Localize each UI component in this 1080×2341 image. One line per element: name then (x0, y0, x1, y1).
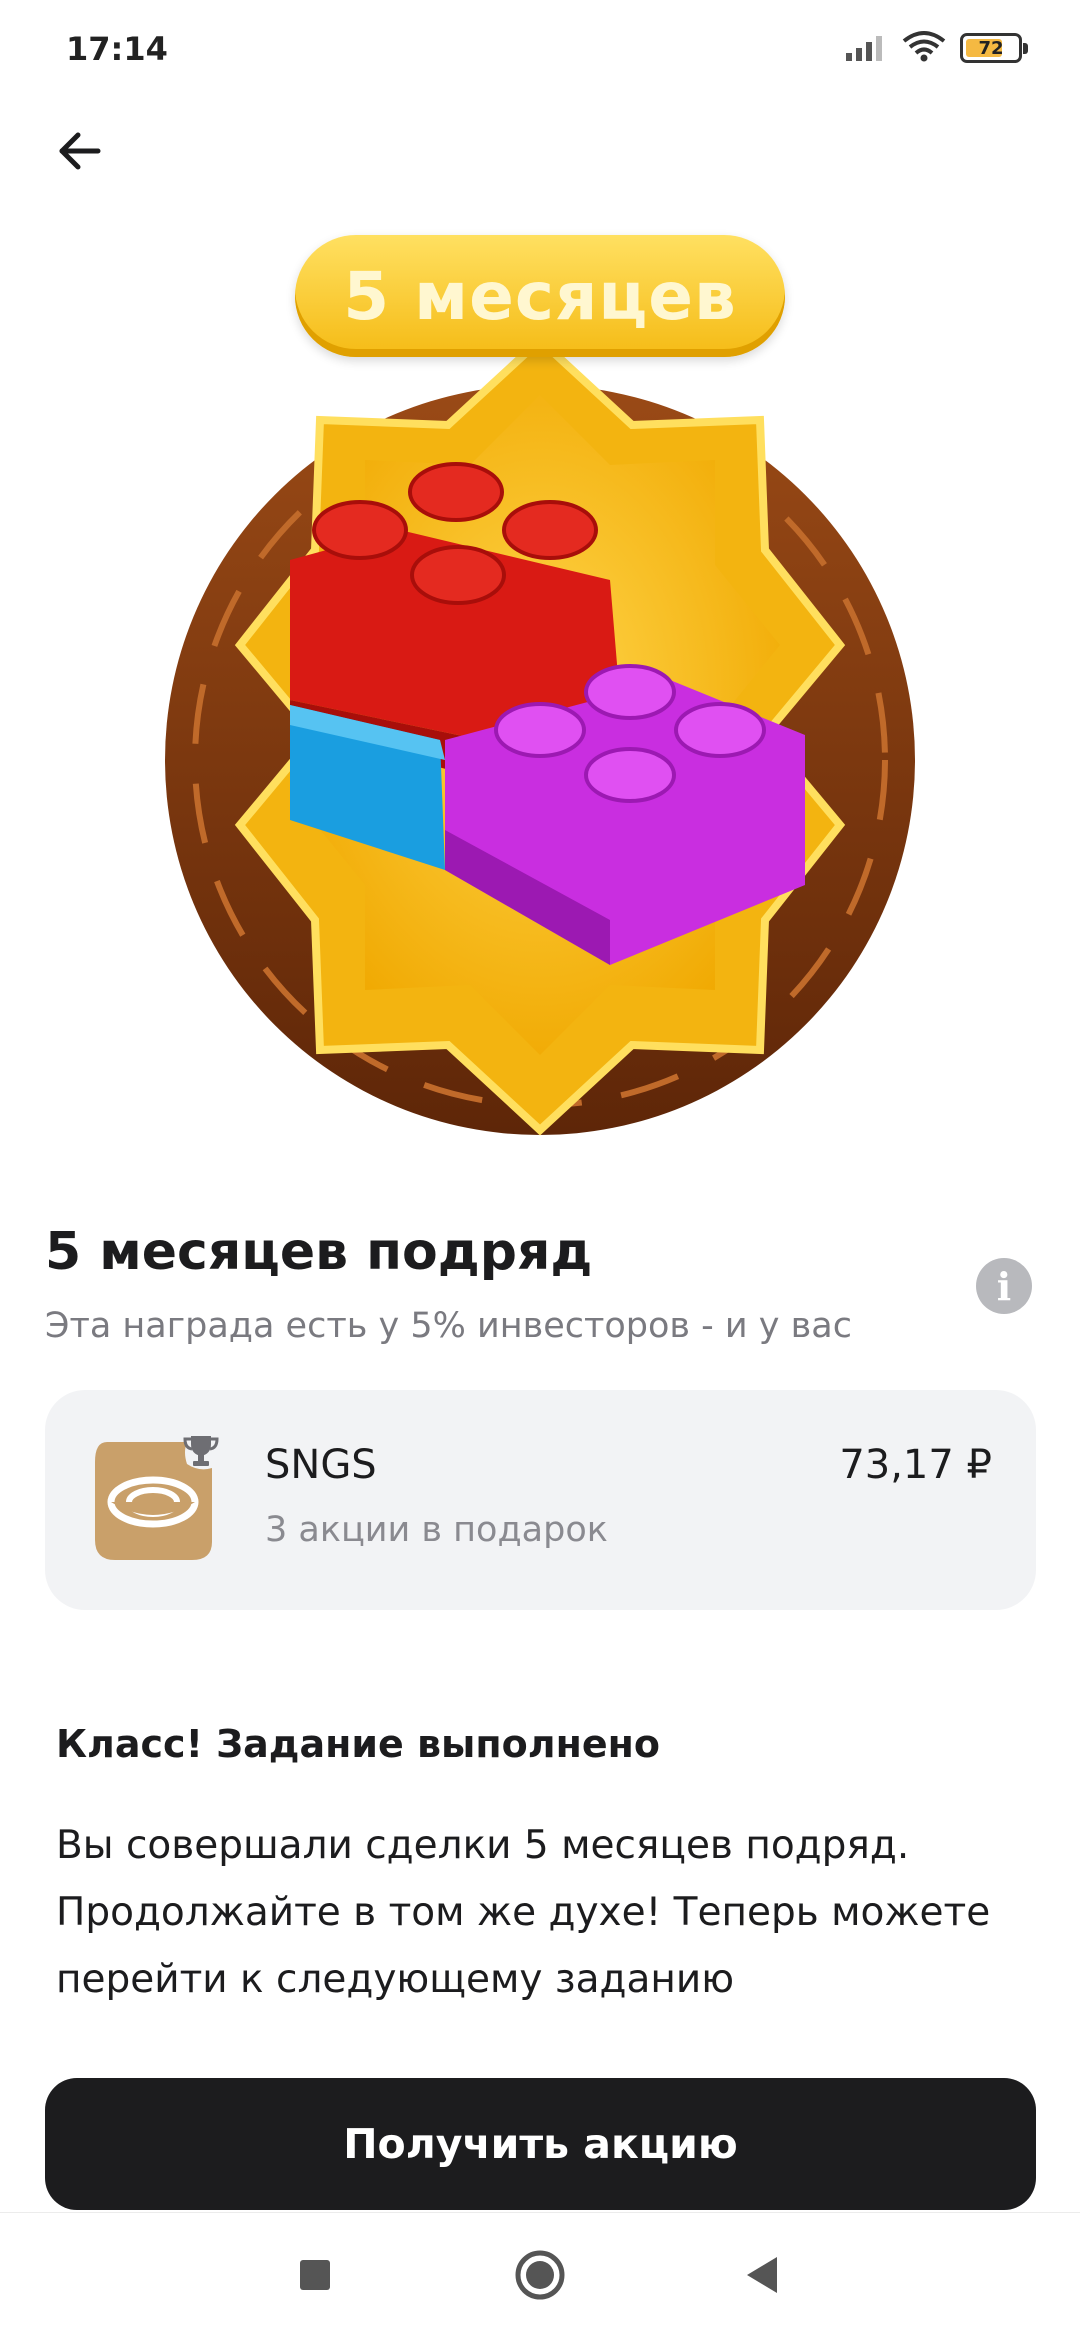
award-illustration: 5 месяцев (140, 230, 940, 1150)
gift-card: SNGS 3 акции в подарок 73,17 ₽ (45, 1390, 1036, 1610)
award-badge-label: 5 месяцев (343, 257, 737, 335)
company-logo (87, 1432, 222, 1567)
info-icon[interactable]: i (976, 1258, 1032, 1314)
stock-price: 73,17 ₽ (839, 1442, 992, 1488)
battery-icon: 72 (960, 33, 1028, 63)
status-icons: 72 (844, 30, 1028, 66)
back-button[interactable] (44, 118, 114, 188)
signal-icon (844, 31, 888, 65)
nav-home-button[interactable] (502, 2239, 578, 2315)
page-title: 5 месяцев подряд (45, 1222, 593, 1282)
stock-ticker: SNGS (265, 1442, 377, 1488)
wifi-icon (902, 30, 946, 66)
completion-text: Вы совершали сделки 5 месяцев подряд. Пр… (56, 1823, 991, 2002)
trophy-icon (183, 1432, 219, 1472)
get-share-button[interactable]: Получить акцию (45, 2078, 1036, 2210)
award-medal-image (165, 334, 915, 1136)
square-icon (298, 2258, 332, 2296)
award-badge-pill: 5 месяцев (295, 235, 785, 357)
status-bar: 17:14 72 (0, 0, 1080, 100)
nav-recents-button[interactable] (277, 2239, 353, 2315)
circle-icon (514, 2249, 566, 2305)
system-nav-bar (0, 2212, 1080, 2341)
status-time: 17:14 (66, 30, 168, 68)
battery-percent: 72 (978, 37, 1004, 59)
arrow-left-icon (54, 126, 104, 180)
page-subtitle: Эта награда есть у 5% инвесторов - и у в… (45, 1306, 852, 1346)
triangle-back-icon (743, 2255, 781, 2299)
gift-description: 3 акции в подарок (265, 1510, 608, 1550)
completion-title: Класс! Задание выполнено (56, 1722, 660, 1766)
nav-back-button[interactable] (724, 2239, 800, 2315)
